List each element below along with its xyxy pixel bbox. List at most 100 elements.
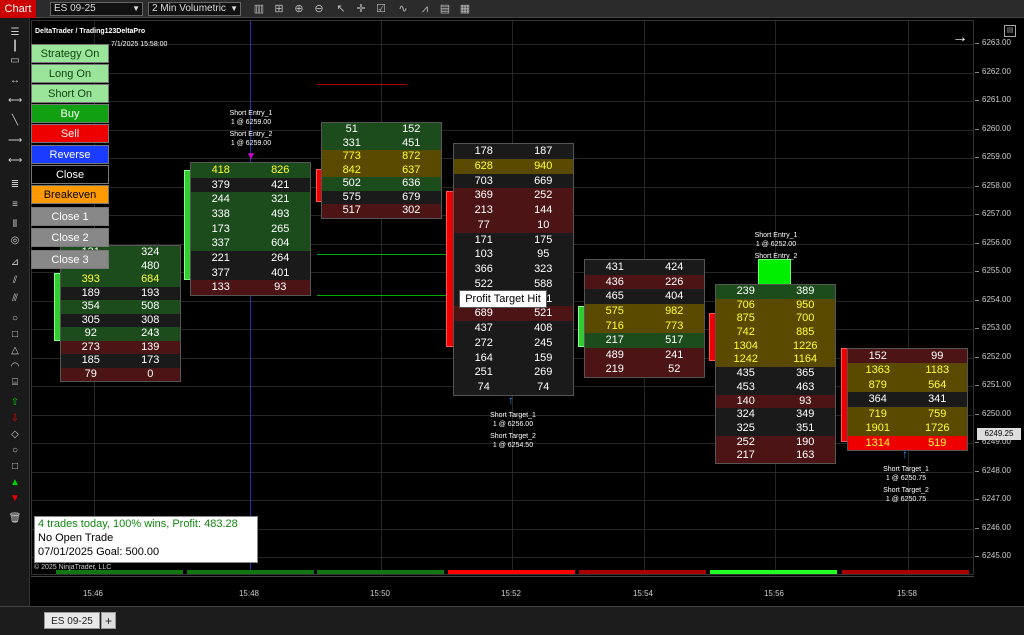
- price-label: 6257.00: [982, 209, 1011, 218]
- buy-button[interactable]: Buy: [31, 104, 109, 123]
- text-icon[interactable]: ⌸: [8, 376, 22, 390]
- footprint-cell: 773: [342, 150, 361, 163]
- vertical-line-icon[interactable]: ┃: [8, 40, 22, 54]
- horizontal-line-icon[interactable]: ⟷: [8, 94, 22, 108]
- triangle-up-icon[interactable]: ▲: [8, 476, 22, 490]
- footprint-cell: 99: [931, 350, 944, 362]
- arrow-right-icon[interactable]: →: [952, 29, 968, 47]
- time-zones-icon[interactable]: ⦀: [8, 218, 22, 232]
- short-target-2-label: Short Target_2: [490, 433, 536, 440]
- footprint-bar[interactable]: 239 389 706 950 875 700 742 885 1304 1226 1242 1164…: [715, 284, 836, 464]
- properties-icon[interactable]: ▤: [1004, 25, 1016, 37]
- time-axis[interactable]: 15:46 15:48 15:50 15:52 15:54 15:56 15:58: [31, 576, 974, 606]
- footprint-cell: 239: [736, 285, 755, 297]
- add-tab-button[interactable]: +: [101, 612, 116, 629]
- ellipse-icon[interactable]: ○: [8, 312, 22, 326]
- triangle-down-icon[interactable]: ▼: [8, 492, 22, 506]
- footprint-cell: 480: [141, 259, 160, 272]
- zoom-in-icon[interactable]: ⊕: [292, 2, 306, 16]
- fib-extension-icon[interactable]: ≡: [8, 198, 22, 212]
- footprint-cell: 940: [534, 159, 553, 172]
- chart-style-icon[interactable]: ⊞: [272, 2, 286, 16]
- price-label: 6251.00: [982, 380, 1011, 389]
- data-box-icon[interactable]: ▤: [438, 2, 452, 16]
- footprint-cell: 173: [141, 354, 160, 366]
- current-price-marker: 6249.25: [977, 427, 1021, 440]
- rectangle-shape-icon[interactable]: □: [8, 328, 22, 342]
- close-1-button[interactable]: Close 1: [31, 207, 109, 226]
- footprint-row: 435 365: [716, 367, 835, 381]
- arc-icon[interactable]: ◠: [8, 360, 22, 374]
- footprint-bar[interactable]: 418 826 379 421 244 321 338 493 173 265 337 604 221 2…: [190, 162, 311, 296]
- footprint-cell: 872: [402, 150, 421, 163]
- tab-instrument[interactable]: ES 09-25: [44, 612, 100, 629]
- footprint-cell: 244: [211, 193, 230, 206]
- square-marker-icon[interactable]: □: [8, 460, 22, 474]
- footprint-cell: 1183: [925, 364, 950, 377]
- chart-tab[interactable]: Chart: [0, 0, 36, 18]
- gann-fan-icon[interactable]: ⊿: [8, 256, 22, 270]
- instrument-selector[interactable]: ES 09-25 ▼: [50, 2, 143, 16]
- strategy-icon[interactable]: ⩘: [418, 2, 432, 16]
- footprint-bar[interactable]: 152 99 1363 1183 879 564 364 341 719 759 1901 1726 1…: [847, 348, 968, 451]
- close-button[interactable]: Close: [31, 165, 109, 184]
- reverse-button[interactable]: Reverse: [31, 145, 109, 164]
- breakeven-button[interactable]: Breakeven: [31, 185, 109, 204]
- close-3-button[interactable]: Close 3: [31, 250, 109, 269]
- footprint-cell: 364: [868, 393, 887, 406]
- footprint-cell: 163: [796, 449, 815, 462]
- fib-retracement-icon[interactable]: ≣: [8, 178, 22, 192]
- footprint-row: 716 773: [585, 318, 704, 334]
- trash-icon[interactable]: 🗑: [8, 512, 22, 526]
- pointer-icon[interactable]: ↖: [334, 2, 348, 16]
- footprint-bar[interactable]: 51 152 331 451 773 872 842 637 502 636 575 679 517 30…: [321, 122, 442, 219]
- sell-button[interactable]: Sell: [31, 124, 109, 143]
- footprint-cell: 185: [81, 354, 100, 366]
- close-2-button[interactable]: Close 2: [31, 228, 109, 247]
- footprint-row: 331 451: [322, 136, 441, 151]
- period-selector[interactable]: 2 Min Volumetric ▼: [148, 2, 241, 16]
- properties-icon[interactable]: ☑: [374, 2, 388, 16]
- arrow-down-icon[interactable]: ⇩: [8, 412, 22, 426]
- chevron-down-icon: ▼: [132, 4, 140, 13]
- extended-line-icon[interactable]: ⟷: [8, 154, 22, 168]
- footprint-bar[interactable]: 178 187 628 940 703 669 369 252 213 144 77 10 171 175…: [453, 143, 574, 396]
- rectangle-icon[interactable]: ▭: [8, 54, 22, 68]
- footprint-cell: 74: [477, 381, 490, 394]
- footprint-cell: 221: [211, 252, 230, 264]
- footprint-row: 354 508: [61, 300, 180, 314]
- footprint-cell: 243: [141, 327, 160, 339]
- footprint-row: 575 679: [322, 190, 441, 205]
- bars-icon[interactable]: ▥: [252, 2, 266, 16]
- arrow-up-icon[interactable]: ⇧: [8, 396, 22, 410]
- price-tick: [975, 185, 979, 187]
- footprint-bar[interactable]: 431 424 436 226 465 404 575 982 716 773 217 517 489 2…: [584, 259, 705, 378]
- dot-icon[interactable]: ○: [8, 444, 22, 458]
- drawing-tools-icon[interactable]: ▦: [458, 2, 472, 16]
- long-on-button[interactable]: Long On: [31, 64, 109, 83]
- short-target-1b-fill: 1 @ 6250.75: [885, 475, 927, 482]
- crosshair-icon[interactable]: ✛: [354, 2, 368, 16]
- price-label: 6248.00: [982, 465, 1011, 475]
- dom-icon[interactable]: ☰: [8, 26, 22, 40]
- grid-line: [381, 21, 382, 574]
- price-label: 6246.00: [982, 522, 1011, 532]
- price-label: 6247.00: [982, 494, 1011, 503]
- ruler-icon[interactable]: ↔: [8, 74, 22, 88]
- diamond-icon[interactable]: ◇: [8, 428, 22, 442]
- short-target-2b-label: Short Target_2: [883, 487, 929, 494]
- time-label: 15:48: [238, 589, 260, 598]
- ray-icon[interactable]: ⟶: [8, 134, 22, 148]
- strategy-on-button[interactable]: Strategy On: [31, 44, 109, 63]
- footprint-cell: 245: [534, 336, 553, 349]
- trend-line-icon[interactable]: ╲: [8, 114, 22, 128]
- regression-channel-icon[interactable]: ⫻: [8, 292, 22, 306]
- zoom-out-icon[interactable]: ⊖: [312, 2, 326, 16]
- andrews-pitchfork-icon[interactable]: ⫽: [8, 274, 22, 288]
- price-axis[interactable]: 6263.00 6262.00 6261.00 6260.00 6259.00 6258.…: [975, 20, 1024, 575]
- footprint-cell: 93: [799, 394, 812, 407]
- fib-circle-icon[interactable]: ◎: [8, 234, 22, 248]
- indicators-icon[interactable]: ∿: [396, 2, 410, 16]
- triangle-icon[interactable]: △: [8, 344, 22, 358]
- short-on-button[interactable]: Short On: [31, 84, 109, 103]
